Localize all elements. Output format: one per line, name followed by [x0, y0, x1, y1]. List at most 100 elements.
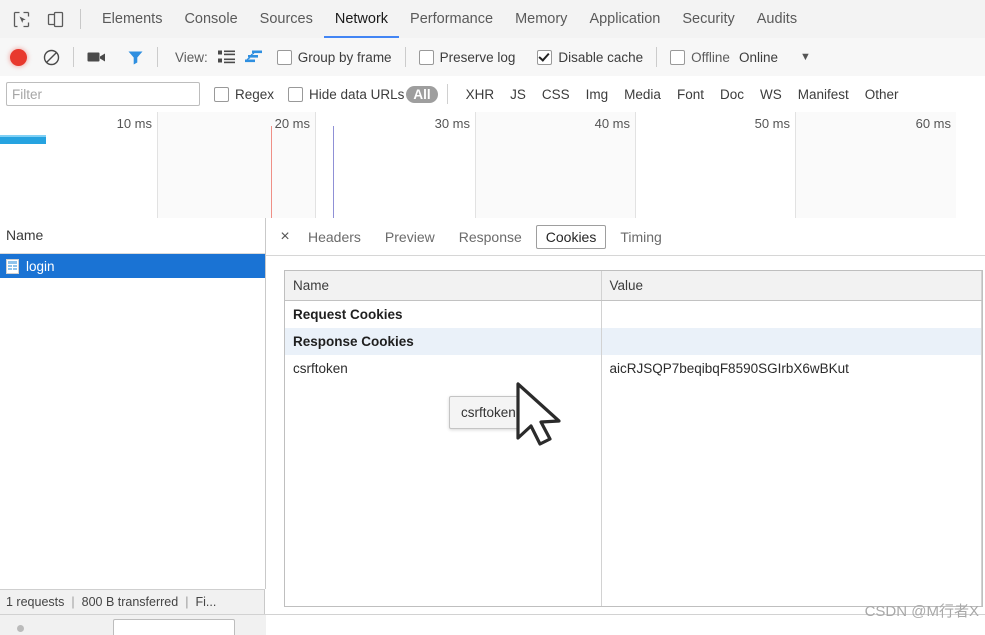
close-icon[interactable]: ×: [274, 228, 296, 245]
filter-type-doc[interactable]: Doc: [713, 86, 751, 103]
cookies-table: Name Value Request Cookies Response Cook…: [285, 271, 982, 606]
filter-divider: [446, 84, 448, 104]
detail-tab-timing[interactable]: Timing: [610, 225, 672, 249]
filter-type-css[interactable]: CSS: [535, 86, 577, 103]
disable-cache-checkbox[interactable]: Disable cache: [537, 49, 644, 65]
camera-icon[interactable]: [87, 50, 107, 64]
detail-tab-response[interactable]: Response: [449, 225, 532, 249]
hide-data-urls-box: [288, 86, 304, 102]
overview-tick-40ms: 40 ms: [476, 112, 636, 218]
overview-tick-label: 40 ms: [594, 116, 630, 131]
list-view-glyph: [217, 50, 235, 64]
waterfall-view-glyph: [244, 50, 262, 63]
detail-tab-cookies[interactable]: Cookies: [535, 224, 607, 249]
overview-tick-50ms: 50 ms: [636, 112, 796, 218]
chevron-down-icon[interactable]: ▼: [800, 51, 811, 63]
table-filler-row: [285, 382, 982, 606]
detail-tab-preview[interactable]: Preview: [375, 225, 445, 249]
waterfall-view-icon[interactable]: [244, 50, 263, 64]
overview-tick-30ms: 30 ms: [316, 112, 476, 218]
status-transferred: 800 B transferred: [81, 595, 179, 609]
overview-tick-label: 50 ms: [754, 116, 790, 131]
status-finish: Fi...: [195, 595, 217, 609]
overview-request-bar: [0, 135, 46, 144]
list-view-icon[interactable]: [217, 50, 235, 64]
response-cookies-group-value: [601, 328, 982, 355]
filter-type-manifest[interactable]: Manifest: [791, 86, 856, 103]
document-icon: [6, 258, 19, 274]
bottom-row-input[interactable]: [113, 619, 235, 635]
preserve-log-checkbox[interactable]: Preserve log: [418, 49, 516, 65]
group-by-frame-checkbox[interactable]: Group by frame: [276, 49, 392, 65]
dom-content-loaded-marker: [271, 126, 272, 218]
cookie-name-csrftoken: csrftoken: [285, 355, 602, 382]
offline-box: [670, 49, 686, 65]
bottom-partial-row: [0, 614, 985, 635]
status-separator: |: [185, 595, 189, 609]
filter-funnel-icon[interactable]: [127, 49, 144, 65]
camera-glyph: [87, 52, 105, 62]
toolbar-divider-4: [404, 47, 406, 67]
status-requests-count: 1 requests: [6, 595, 65, 609]
device-toolbar-glyph: [47, 11, 63, 27]
filter-type-ws[interactable]: WS: [753, 86, 789, 103]
overview-tick-label: 60 ms: [915, 116, 951, 131]
regex-box: [214, 86, 229, 102]
request-cookies-group-value: [601, 300, 982, 328]
request-detail-pane: × Headers Preview Response Cookies Timin…: [266, 218, 985, 614]
tab-sources[interactable]: Sources: [249, 0, 324, 38]
table-filler-cell: [601, 382, 982, 606]
table-row[interactable]: Response Cookies: [285, 328, 982, 355]
tab-audits[interactable]: Audits: [746, 0, 808, 38]
cookies-column-value[interactable]: Value: [601, 271, 982, 301]
offline-checkbox[interactable]: Offline: [670, 49, 730, 65]
filter-input[interactable]: [6, 82, 200, 106]
tab-memory[interactable]: Memory: [504, 0, 578, 38]
hide-data-urls-checkbox[interactable]: Hide data URLs: [288, 86, 404, 102]
tab-security[interactable]: Security: [671, 0, 745, 38]
toolbar-divider-2: [73, 47, 74, 67]
filter-type-media[interactable]: Media: [617, 86, 668, 103]
funnel-glyph: [128, 51, 143, 65]
toolbar-divider-3: [157, 47, 158, 67]
cookies-table-header-row: Name Value: [285, 271, 982, 301]
tab-network[interactable]: Network: [324, 0, 399, 38]
filter-type-img[interactable]: Img: [579, 86, 616, 103]
filter-type-all[interactable]: All: [406, 85, 438, 103]
table-row[interactable]: csrftoken aicRJSQP7beqibqF8590SGIrbX6wBK…: [285, 355, 982, 382]
detail-tab-headers[interactable]: Headers: [298, 225, 371, 249]
load-event-marker: [333, 126, 334, 218]
devtools-tabbar: Elements Console Sources Network Perform…: [0, 0, 985, 39]
regex-checkbox[interactable]: Regex: [214, 86, 274, 102]
tab-console[interactable]: Console: [173, 0, 248, 38]
online-throttling-label[interactable]: Online: [739, 50, 778, 65]
network-overview[interactable]: 10 ms 20 ms 30 ms 40 ms 50 ms 60 ms: [0, 112, 985, 219]
filter-type-xhr[interactable]: XHR: [459, 86, 502, 103]
clear-icon[interactable]: [43, 49, 60, 66]
overview-tick-label: 30 ms: [434, 116, 470, 131]
request-row-login[interactable]: login: [0, 254, 265, 278]
filter-type-other[interactable]: Other: [858, 86, 906, 103]
tab-application[interactable]: Application: [578, 0, 671, 38]
overview-tick-label: 10 ms: [116, 116, 152, 131]
filter-bar: Regex Hide data URLs All XHR JS CSS Img …: [0, 76, 985, 113]
cookies-column-name[interactable]: Name: [285, 271, 602, 301]
overview-tick-60ms: 60 ms: [796, 112, 956, 218]
preserve-log-label: Preserve log: [439, 49, 516, 65]
network-toolbar: View: Group by frame Preserve log Disabl…: [0, 38, 985, 77]
response-cookies-group-label: Response Cookies: [285, 328, 602, 355]
filter-type-js[interactable]: JS: [503, 86, 533, 103]
filter-type-font[interactable]: Font: [670, 86, 711, 103]
table-row[interactable]: Request Cookies: [285, 300, 982, 328]
request-cookies-group-label: Request Cookies: [285, 300, 602, 328]
preserve-log-box: [418, 49, 434, 65]
tab-performance[interactable]: Performance: [399, 0, 504, 38]
disable-cache-label: Disable cache: [558, 49, 644, 65]
device-toolbar-icon[interactable]: [42, 6, 68, 32]
detail-tabbar: × Headers Preview Response Cookies Timin…: [266, 218, 985, 256]
request-list-column-name[interactable]: Name: [0, 218, 265, 254]
tab-elements[interactable]: Elements: [91, 0, 173, 38]
status-separator: |: [71, 595, 75, 609]
record-button[interactable]: [10, 48, 27, 66]
inspect-element-icon[interactable]: [8, 6, 34, 32]
